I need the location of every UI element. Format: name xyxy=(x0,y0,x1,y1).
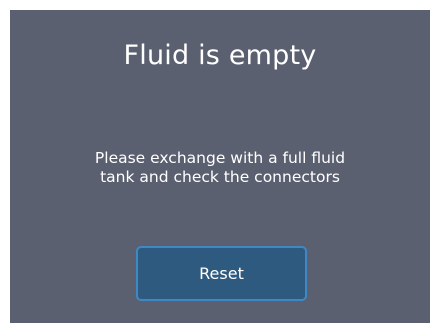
reset-button[interactable]: Reset xyxy=(136,246,307,301)
fluid-empty-dialog: Fluid is empty Please exchange with a fu… xyxy=(10,10,430,323)
dialog-message-line-1: Please exchange with a full fluid xyxy=(94,149,346,167)
dialog-title: Fluid is empty xyxy=(123,40,317,71)
dialog-message: Please exchange with a full fluid tank a… xyxy=(40,149,400,187)
dialog-message-line-2: tank and check the connectors xyxy=(100,168,340,186)
